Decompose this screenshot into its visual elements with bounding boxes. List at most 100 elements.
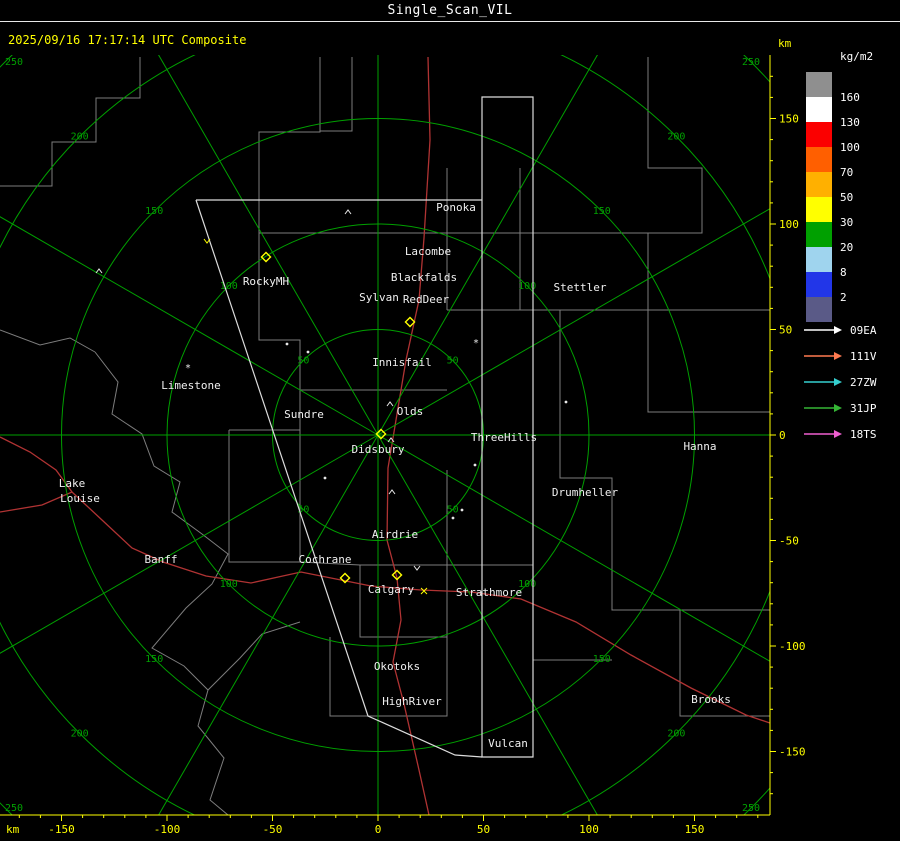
dot-marker	[564, 400, 568, 404]
radar-id-label: 09EA	[850, 324, 877, 337]
town-label: Didsbury	[352, 443, 405, 456]
town-label: Sylvan	[359, 291, 399, 304]
bottom-axis-tick-label: 150	[685, 823, 705, 836]
county-boundary-line	[532, 480, 612, 661]
town-label: Limestone	[161, 379, 221, 392]
town-label: Lacombe	[405, 245, 451, 258]
county-boundary-line	[647, 310, 770, 413]
town-label: Strathmore	[456, 586, 522, 599]
radar-map-display[interactable]: 50 5050 50100 100100 100150 150150 150200 20020…	[0, 0, 900, 841]
legend-scale-label: 20	[840, 241, 853, 254]
range-spoke	[377, 434, 598, 815]
town-label: Blackfalds	[391, 271, 457, 284]
vil-unit-label: kg/m2	[840, 50, 873, 63]
legend-color-box	[806, 122, 832, 147]
range-ring-label: 200	[667, 728, 685, 739]
range-ring-label: 100	[220, 281, 238, 292]
legend-color-box	[806, 72, 832, 97]
bottom-axis-tick-label: -150	[48, 823, 75, 836]
county-boundary-line	[647, 57, 703, 310]
right-axis-tick-label: -100	[779, 640, 806, 653]
town-label: Vulcan	[488, 737, 528, 750]
town-label: Okotoks	[374, 660, 420, 673]
town-label: Drumheller	[552, 486, 619, 499]
legend-color-box	[806, 222, 832, 247]
range-ring-label: 250	[742, 57, 760, 68]
town-label: RockyMH	[243, 275, 289, 288]
town-label: Airdrie	[372, 528, 418, 541]
legend-color-box	[806, 197, 832, 222]
range-spoke	[377, 434, 770, 662]
right-axis-tick-label: 100	[779, 218, 799, 231]
range-ring	[0, 55, 770, 815]
county-boundary-line	[0, 329, 96, 353]
map-layers: 50 5050 50100 100100 100150 150150 150200 20020…	[0, 55, 770, 815]
range-spoke	[377, 55, 598, 436]
bottom-axis-tick-label: -100	[154, 823, 181, 836]
legend-scale-label: 160	[840, 91, 860, 104]
town-label: Banff	[144, 553, 177, 566]
county-boundary-line	[228, 430, 301, 563]
right-axis-tick-label: 150	[779, 113, 799, 126]
town-label: Sundre	[284, 408, 324, 421]
dot-marker	[306, 350, 310, 354]
right-axis-tick-label: -150	[779, 746, 806, 759]
caret-marker	[344, 209, 352, 215]
town-label: Calgary	[368, 583, 415, 596]
town-label: Cochrane	[299, 553, 352, 566]
bottom-axis-tick-label: 50	[477, 823, 490, 836]
town-label: Lake	[59, 477, 86, 490]
legend-color-box	[806, 272, 832, 297]
radar-id-label: 31JP	[850, 402, 877, 415]
range-ring-label: 150	[593, 654, 611, 665]
legend-color-box	[806, 172, 832, 197]
legend-scale-label: 130	[840, 116, 860, 129]
range-ring-label: 200	[667, 132, 685, 143]
range-ring-label: 100	[220, 579, 238, 590]
x-marker	[420, 587, 428, 595]
legend-scale-label: 100	[840, 141, 860, 154]
caret-marker	[95, 268, 103, 274]
legend-color-box	[806, 147, 832, 172]
county-boundary-line	[94, 351, 301, 691]
radar-id-label: 27ZW	[850, 376, 877, 389]
town-label: Hanna	[683, 440, 716, 453]
right-axis-tick-label: 0	[779, 429, 786, 442]
range-spoke	[158, 55, 379, 436]
radar-id-label: 18TS	[850, 428, 877, 441]
range-ring-label: 150	[145, 206, 163, 217]
range-ring-label: 50	[447, 505, 459, 516]
bottom-axis-tick-label: 100	[579, 823, 599, 836]
town-label: Innisfail	[372, 356, 432, 369]
legend-color-box	[806, 297, 832, 322]
town-label: Stettler	[554, 281, 607, 294]
county-boundary-line	[197, 689, 229, 815]
county-boundary-line	[0, 57, 141, 187]
radar-arrow-head-icon	[834, 430, 842, 438]
radar-arrow-head-icon	[834, 404, 842, 412]
dot-marker	[460, 508, 464, 512]
town-label: Brooks	[691, 693, 731, 706]
v-marker	[413, 565, 421, 571]
legend-scale-label: 30	[840, 216, 853, 229]
right-axis-tick-label: 50	[779, 324, 792, 337]
town-label: Ponoka	[436, 201, 476, 214]
range-spoke	[158, 434, 379, 815]
range-ring-label: 200	[71, 728, 89, 739]
radar-arrow-head-icon	[834, 352, 842, 360]
legend-scale-label: 2	[840, 291, 847, 304]
radar-id-label: 111V	[850, 350, 877, 363]
bottom-axis-tick-label: -50	[263, 823, 283, 836]
bottom-axis-unit-label: km	[6, 823, 20, 836]
range-ring-label: 250	[5, 57, 23, 68]
star-marker: *	[185, 363, 191, 374]
range-spoke	[0, 434, 379, 654]
range-ring-label: 200	[71, 132, 89, 143]
v-marker	[203, 238, 211, 244]
radar-scan-outline	[481, 96, 534, 758]
county-boundary-line	[258, 233, 301, 430]
range-ring-label: 50	[447, 355, 459, 366]
legend-color-box	[806, 247, 832, 272]
dot-marker	[285, 342, 289, 346]
highway-line	[0, 491, 770, 724]
